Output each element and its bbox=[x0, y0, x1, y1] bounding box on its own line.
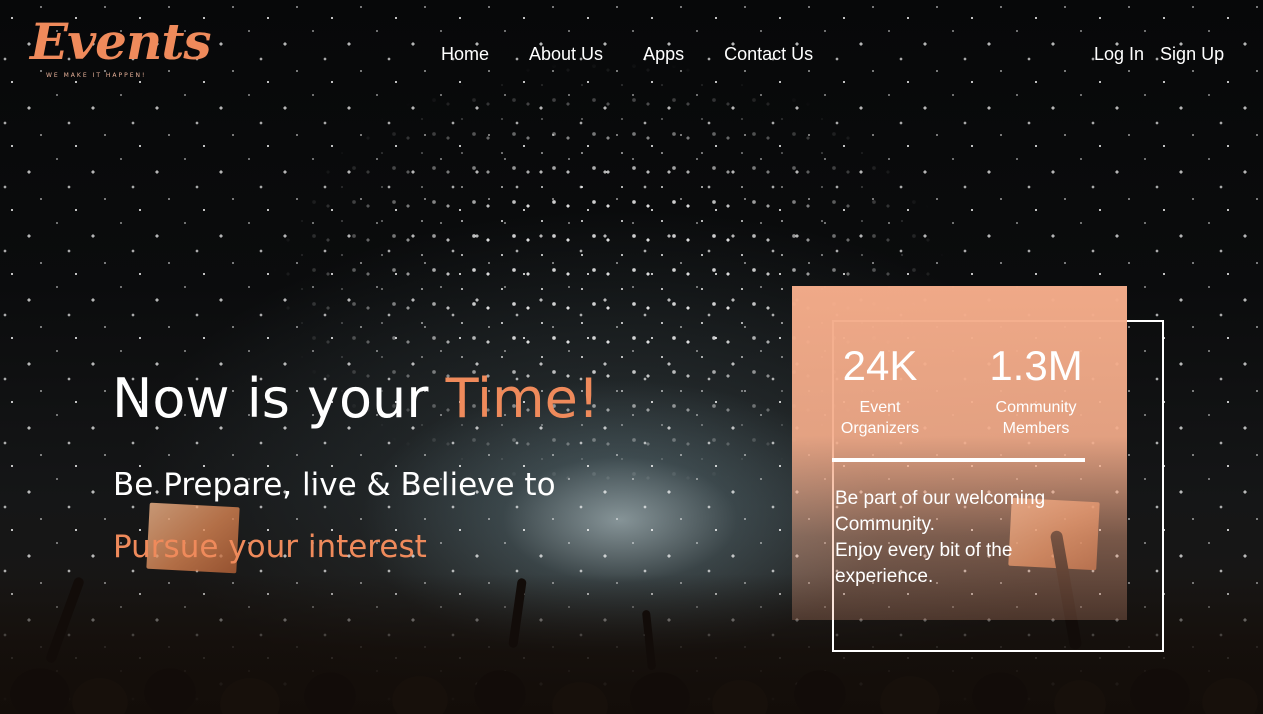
nav-about-us[interactable]: About Us bbox=[529, 42, 603, 66]
brand-tagline: WE MAKE IT HAPPEN! bbox=[46, 72, 147, 79]
stat-label: Community Members bbox=[966, 397, 1106, 439]
stat-event-organizers: 24K Event Organizers bbox=[810, 341, 950, 439]
stat-label-line: Members bbox=[1002, 420, 1070, 437]
stat-community-members: 1.3M Community Members bbox=[966, 341, 1106, 439]
brand-logo[interactable]: Events WE MAKE IT HAPPEN! bbox=[30, 12, 212, 84]
stats-card: 24K Event Organizers 1.3M Community Memb… bbox=[792, 286, 1127, 620]
stat-value: 24K bbox=[842, 342, 918, 389]
login-link[interactable]: Log In bbox=[1094, 42, 1144, 66]
nav-contact-us[interactable]: Contact Us bbox=[724, 42, 813, 66]
nav-home[interactable]: Home bbox=[441, 42, 489, 66]
headline-accent: Time! bbox=[445, 367, 600, 430]
stat-label-line: Event bbox=[859, 399, 901, 416]
stats-card-text: Be part of our welcoming Community. Enjo… bbox=[835, 486, 1105, 590]
stat-label-line: Organizers bbox=[840, 420, 920, 437]
stats-divider bbox=[832, 458, 1085, 462]
stat-value: 1.3M bbox=[989, 342, 1083, 389]
hero-subline-1: Be Prepare, live & Believe to bbox=[113, 467, 556, 503]
brand-name: Events bbox=[30, 12, 212, 71]
auth-links: Log In Sign Up bbox=[1094, 42, 1224, 66]
card-text-line: Be part of our welcoming Community. bbox=[835, 488, 1046, 535]
main-nav: Home About Us Apps Contact Us bbox=[441, 42, 813, 66]
hero-headline: Now is your Time! bbox=[112, 364, 599, 434]
signup-link[interactable]: Sign Up bbox=[1160, 42, 1224, 66]
stat-label: Event Organizers bbox=[810, 397, 950, 439]
hero-subline-2: Pursue your interest bbox=[113, 529, 427, 565]
hero-section: Events WE MAKE IT HAPPEN! Home About Us … bbox=[0, 0, 1263, 714]
stat-label-line: Community bbox=[995, 399, 1077, 416]
card-text-line: Enjoy every bit of the experience. bbox=[835, 540, 1013, 587]
nav-apps[interactable]: Apps bbox=[643, 42, 684, 66]
headline-main: Now is your bbox=[112, 367, 446, 430]
